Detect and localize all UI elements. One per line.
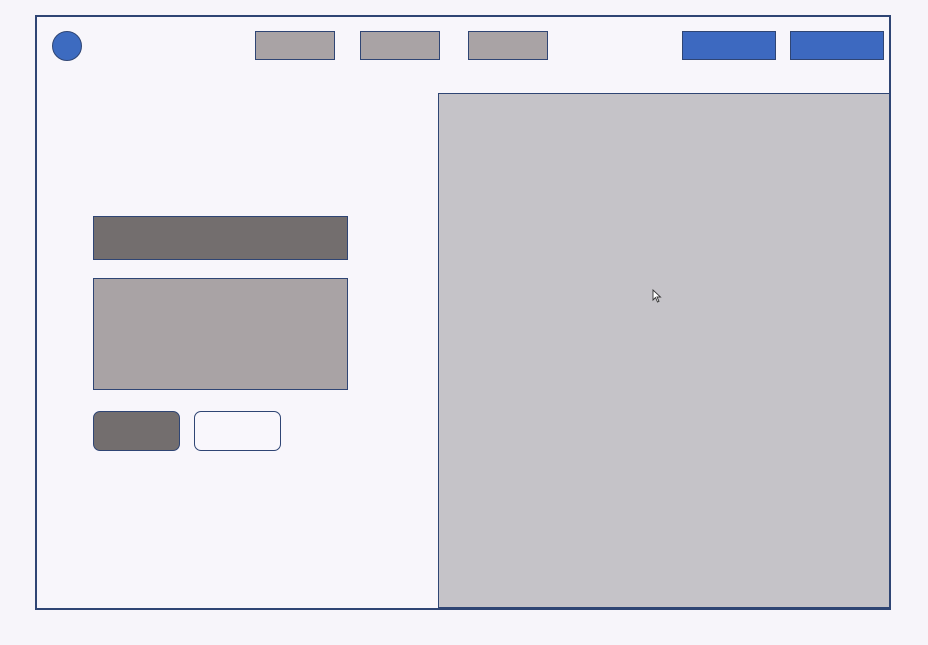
hero-text-placeholder: [93, 278, 348, 390]
hero-title-placeholder: [93, 216, 348, 260]
hero-image-placeholder: [438, 93, 890, 608]
nav-item-1[interactable]: [255, 31, 335, 60]
cta-button-1[interactable]: [682, 31, 776, 60]
secondary-button[interactable]: [194, 411, 281, 451]
primary-button[interactable]: [93, 411, 180, 451]
nav-item-3[interactable]: [468, 31, 548, 60]
nav-item-2[interactable]: [360, 31, 440, 60]
mouse-pointer-icon: [652, 289, 662, 303]
logo-icon[interactable]: [52, 31, 82, 61]
cta-button-2[interactable]: [790, 31, 884, 60]
